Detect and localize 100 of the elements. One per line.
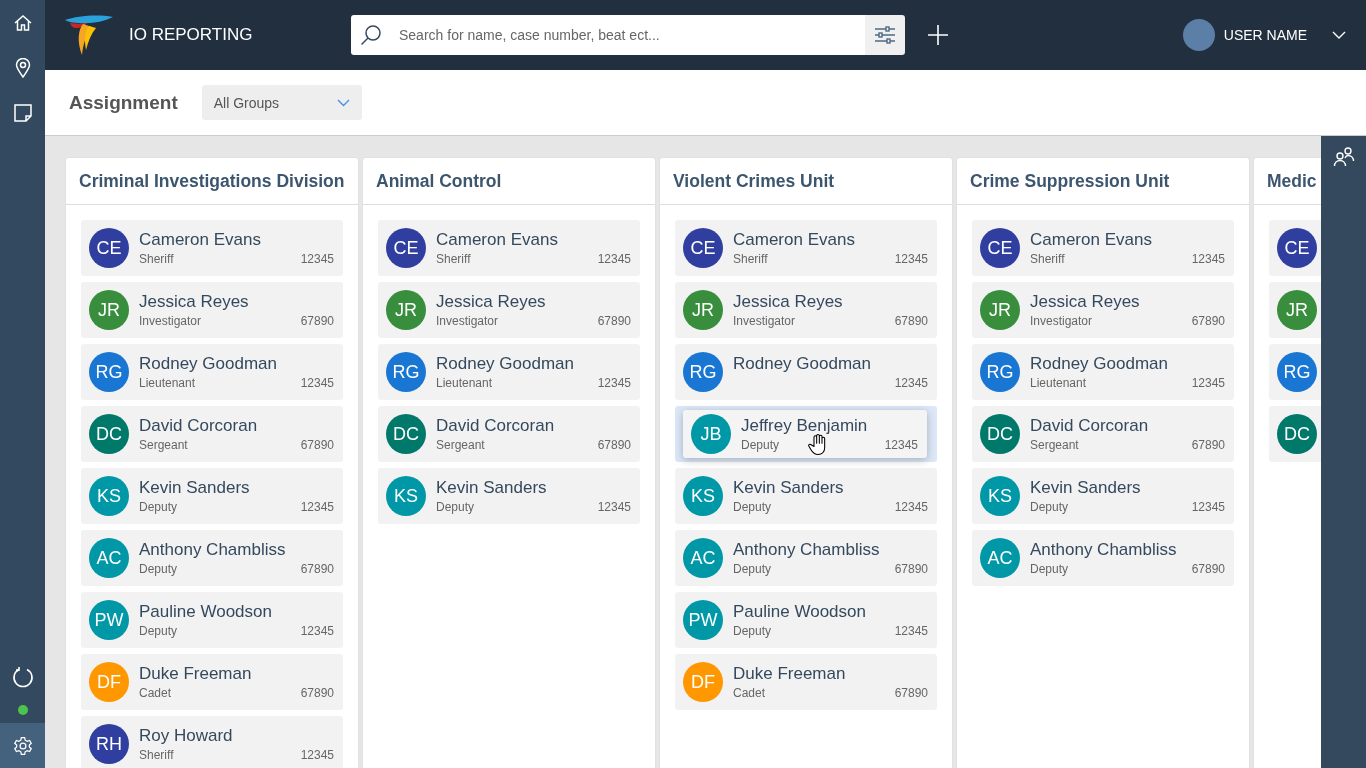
avatar: CE — [386, 228, 426, 268]
avatar: DC — [1277, 414, 1317, 454]
member-card[interactable]: AC Anthony Chambliss Deputy 67890 — [675, 530, 937, 586]
badge-number: 12345 — [884, 438, 918, 452]
member-card[interactable]: CE Cameron Evans Sheriff 12345 — [675, 220, 937, 276]
group-dropdown[interactable]: All Groups — [201, 85, 362, 120]
settings-icon[interactable] — [0, 723, 45, 768]
add-icon[interactable] — [927, 24, 949, 46]
member-rank: Deputy — [1030, 562, 1069, 576]
member-rank: Investigator — [1030, 314, 1093, 328]
member-name: David Corcoran — [139, 416, 259, 436]
member-card[interactable]: CE — [1269, 220, 1321, 276]
badge-number: 67890 — [894, 562, 928, 576]
member-rank: Deputy — [1030, 500, 1069, 514]
badge-number: 12345 — [894, 252, 928, 266]
column-title: Crime Suppression Unit — [970, 170, 1170, 192]
member-card[interactable]: KS Kevin Sanders Deputy 12345 — [972, 468, 1234, 524]
people-icon[interactable] — [1332, 146, 1355, 168]
avatar: RG — [1277, 352, 1317, 392]
member-rank: Deputy — [139, 562, 178, 576]
avatar: JR — [386, 290, 426, 330]
avatar: JR — [980, 290, 1020, 330]
column-title: Animal Control — [376, 170, 502, 192]
dragged-member-card[interactable]: JB Jeffrey Benjamin Deputy 12345 — [683, 410, 927, 458]
hand-cursor-icon — [808, 433, 828, 456]
member-name: Rodney Goodman — [139, 354, 278, 374]
member-card[interactable]: CE Cameron Evans Sheriff 12345 — [378, 220, 640, 276]
member-name: Cameron Evans — [139, 230, 262, 250]
member-name: Kevin Sanders — [436, 478, 548, 498]
member-rank: Sheriff — [436, 252, 471, 266]
user-menu[interactable]: USER NAME — [1182, 19, 1346, 51]
member-name: Rodney Goodman — [1030, 354, 1169, 374]
member-card[interactable]: KS Kevin Sanders Deputy 12345 — [675, 468, 937, 524]
badge-number: 67890 — [300, 438, 334, 452]
app-title: IO REPORTING — [129, 25, 254, 45]
member-name: Pauline Woodson — [139, 602, 273, 622]
column-title: Medic — [1267, 170, 1317, 192]
badge-number: 12345 — [894, 500, 928, 514]
avatar: JR — [1277, 290, 1317, 330]
member-card[interactable]: RG — [1269, 344, 1321, 400]
avatar: JR — [89, 290, 129, 330]
member-card[interactable]: AC Anthony Chambliss Deputy 67890 — [972, 530, 1234, 586]
badge-number: 12345 — [300, 252, 334, 266]
filter-icon[interactable] — [865, 15, 905, 55]
avatar: DC — [89, 414, 129, 454]
avatar: DF — [89, 662, 129, 702]
member-card[interactable]: RG Rodney Goodman 12345 — [675, 344, 937, 400]
search-field[interactable]: Search for name, case number, beat ect... — [391, 15, 865, 55]
badge-number: 12345 — [597, 376, 631, 390]
search-icon — [351, 15, 391, 55]
chevron-down-icon — [1332, 31, 1346, 39]
member-card[interactable]: DF Duke Freeman Cadet 67890 — [675, 654, 937, 710]
member-card[interactable]: DC — [1269, 406, 1321, 462]
member-rank: Lieutenant — [1030, 376, 1087, 390]
badge-number: 12345 — [597, 252, 631, 266]
member-name: Kevin Sanders — [1030, 478, 1142, 498]
member-card[interactable]: CE Cameron Evans Sheriff 12345 — [81, 220, 343, 276]
badge-number: 67890 — [1191, 314, 1225, 328]
member-rank: Deputy — [733, 624, 772, 638]
member-card[interactable]: JR Jessica Reyes Investigator 67890 — [675, 282, 937, 338]
member-rank: Investigator — [436, 314, 499, 328]
member-card[interactable]: JR Jessica Reyes Investigator 67890 — [81, 282, 343, 338]
badge-number: 67890 — [300, 314, 334, 328]
user-avatar — [1182, 19, 1215, 51]
member-card[interactable]: KS Kevin Sanders Deputy 12345 — [378, 468, 640, 524]
member-rank: Sheriff — [733, 252, 768, 266]
member-rank: Deputy — [436, 500, 475, 514]
member-card[interactable]: CE Cameron Evans Sheriff 12345 — [972, 220, 1234, 276]
avatar: JB — [691, 414, 731, 454]
member-rank: Sheriff — [1030, 252, 1065, 266]
member-rank: Sergeant — [436, 438, 485, 452]
member-name: Roy Howard — [139, 726, 234, 746]
badge-number: 12345 — [894, 376, 928, 390]
member-name: Jessica Reyes — [139, 292, 250, 312]
avatar: RG — [683, 352, 723, 392]
member-card[interactable]: DF Duke Freeman Cadet 67890 — [81, 654, 343, 710]
avatar: KS — [386, 476, 426, 516]
member-card[interactable]: KS Kevin Sanders Deputy 12345 — [81, 468, 343, 524]
member-card[interactable]: JR Jessica Reyes Investigator 67890 — [972, 282, 1234, 338]
avatar: KS — [89, 476, 129, 516]
member-name: Pauline Woodson — [733, 602, 867, 622]
badge-number: 67890 — [597, 438, 631, 452]
member-name: David Corcoran — [1030, 416, 1150, 436]
avatar: AC — [89, 538, 129, 578]
member-card[interactable]: JR — [1269, 282, 1321, 338]
badge-number: 12345 — [894, 624, 928, 638]
badge-number: 12345 — [1191, 376, 1225, 390]
member-rank: Deputy — [741, 438, 780, 452]
member-card[interactable]: AC Anthony Chambliss Deputy 67890 — [81, 530, 343, 586]
avatar: RG — [89, 352, 129, 392]
avatar: KS — [980, 476, 1020, 516]
member-rank: Investigator — [139, 314, 202, 328]
member-name: Rodney Goodman — [733, 354, 872, 374]
member-card[interactable]: JR Jessica Reyes Investigator 67890 — [378, 282, 640, 338]
badge-number: 12345 — [300, 500, 334, 514]
avatar: CE — [89, 228, 129, 268]
logo-icon — [63, 14, 115, 56]
member-rank: Sheriff — [139, 252, 174, 266]
member-rank: Lieutenant — [139, 376, 196, 390]
badge-number: 12345 — [1191, 252, 1225, 266]
